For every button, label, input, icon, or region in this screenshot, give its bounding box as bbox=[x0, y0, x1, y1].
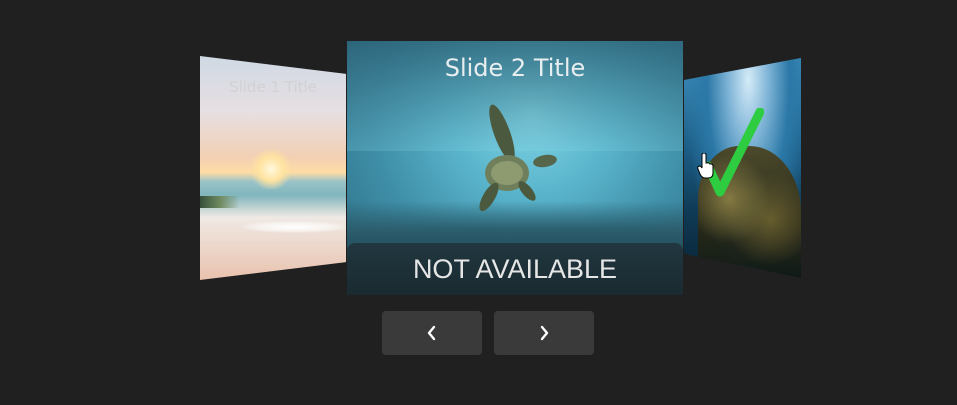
slide-2-title: Slide 2 Title bbox=[444, 54, 586, 82]
not-available-caption: NOT AVAILABLE bbox=[347, 243, 683, 295]
slide-1[interactable]: Slide 1 Title bbox=[200, 56, 346, 280]
sunset-sun bbox=[250, 148, 292, 190]
sea-turtle-image bbox=[479, 104, 557, 212]
hand-pointer-icon bbox=[697, 153, 714, 179]
slide-2[interactable]: Slide 2 Title NOT AVAILABLE bbox=[347, 41, 683, 295]
wave-foam bbox=[240, 221, 346, 233]
chevron-left-icon bbox=[427, 325, 436, 341]
shore-trees bbox=[200, 196, 240, 208]
carousel: Slide 1 Title Slide 2 Title NOT AVAILABL… bbox=[0, 0, 957, 405]
prev-button[interactable] bbox=[382, 311, 482, 355]
next-button[interactable] bbox=[494, 311, 594, 355]
chevron-right-icon bbox=[540, 325, 549, 341]
slide-1-title: Slide 1 Title bbox=[229, 78, 317, 96]
